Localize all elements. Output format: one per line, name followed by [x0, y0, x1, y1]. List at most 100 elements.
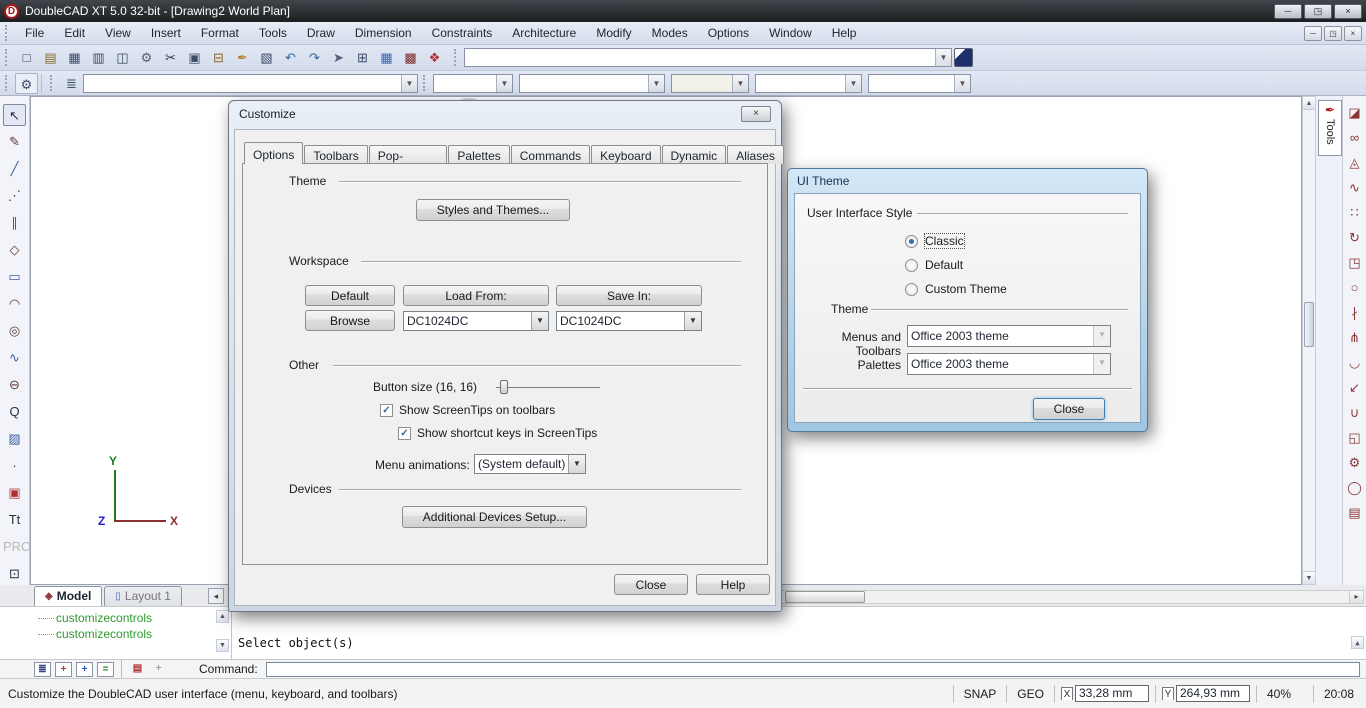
copy-icon[interactable]: ▣: [183, 47, 206, 68]
chevron-down-icon[interactable]: ▼: [684, 312, 701, 330]
calculator-icon[interactable]: ▩: [399, 47, 422, 68]
tools-palette-tab[interactable]: ✒ Tools: [1318, 100, 1342, 156]
linestyle-combo[interactable]: ▼: [519, 74, 665, 93]
image-preview-button[interactable]: [954, 48, 973, 67]
scroll-up-icon[interactable]: ▲: [1351, 636, 1364, 649]
arc-icon[interactable]: ◠: [3, 293, 26, 315]
menu-item-modify[interactable]: Modify: [586, 23, 641, 43]
vertex-edit-icon[interactable]: ⋔: [1343, 327, 1366, 348]
double-line-icon[interactable]: ∥: [3, 212, 26, 234]
mdi-restore-button[interactable]: ◳: [1324, 26, 1342, 41]
tab-commands[interactable]: Commands: [511, 145, 590, 164]
tab-toolbars[interactable]: Toolbars: [304, 145, 367, 164]
circle-tool-icon[interactable]: ○: [1343, 277, 1366, 298]
rectangle-icon[interactable]: ▭: [3, 266, 26, 288]
new-icon[interactable]: □: [15, 47, 38, 68]
restore-button[interactable]: ◳: [1304, 4, 1332, 19]
format-brush-icon[interactable]: ✒: [231, 47, 254, 68]
screentips-checkbox[interactable]: ✓: [380, 404, 393, 417]
pattern-combo[interactable]: ▼: [755, 74, 862, 93]
help-book-icon[interactable]: ❖: [423, 47, 446, 68]
print-preview-icon[interactable]: ◫: [111, 47, 134, 68]
pro-badge-icon[interactable]: PRO: [3, 536, 26, 558]
menu-item-dimension[interactable]: Dimension: [345, 23, 422, 43]
dialog-close-button[interactable]: ×: [741, 106, 771, 122]
polygon-icon[interactable]: ◇: [3, 239, 26, 261]
arc-tool-icon[interactable]: ◡: [1343, 352, 1366, 373]
shortcut-keys-checkbox[interactable]: ✓: [398, 427, 411, 440]
tab-keyboard[interactable]: Keyboard: [591, 145, 660, 164]
tree-scrollbar[interactable]: ▲ ▼: [216, 610, 229, 654]
palettes-combo[interactable]: Office 2003 theme ▼: [907, 353, 1111, 375]
table-icon[interactable]: ▦: [375, 47, 398, 68]
radio-button-icon[interactable]: [905, 283, 918, 296]
menu-item-format[interactable]: Format: [191, 23, 249, 43]
add-blue-icon[interactable]: +: [76, 662, 93, 677]
save-in-button[interactable]: Save In:: [556, 285, 702, 306]
menu-item-constraints[interactable]: Constraints: [422, 23, 503, 43]
lineweight-combo[interactable]: ▼: [671, 74, 749, 93]
console-scrollbar[interactable]: ▲ ▼: [1351, 608, 1364, 658]
pattern-gear-icon[interactable]: ⚙: [1343, 452, 1366, 473]
tab-options[interactable]: Options: [244, 142, 303, 164]
ellipse-tool-icon[interactable]: ◯: [1343, 477, 1366, 498]
tree-item[interactable]: customizecontrols: [30, 626, 231, 642]
minimize-button[interactable]: ─: [1274, 4, 1302, 19]
menu-item-edit[interactable]: Edit: [54, 23, 95, 43]
scroll-down-icon[interactable]: ▼: [216, 639, 229, 652]
y-coordinate-input[interactable]: 264,93 mm: [1176, 685, 1250, 702]
scroll-right-icon[interactable]: ▸: [1349, 591, 1363, 603]
wave-icon[interactable]: ∿: [1343, 177, 1366, 198]
layers-icon[interactable]: ≣: [60, 73, 83, 94]
point-icon[interactable]: ·: [3, 455, 26, 477]
image-icon[interactable]: ▣: [3, 482, 26, 504]
text-icon[interactable]: Tt: [3, 509, 26, 531]
chevron-down-icon[interactable]: ▼: [496, 75, 512, 92]
measure-icon[interactable]: ↙: [1343, 377, 1366, 398]
chevron-down-icon[interactable]: ▼: [935, 49, 951, 66]
canvas-vertical-scrollbar[interactable]: ▲ ▼: [1302, 96, 1316, 585]
tab-model[interactable]: ◈ Model: [34, 586, 102, 606]
blocks-grid-icon[interactable]: ∷: [1343, 202, 1366, 223]
radio-custom-theme[interactable]: Custom Theme: [905, 282, 1007, 296]
menu-item-tools[interactable]: Tools: [249, 23, 297, 43]
scrollbar-thumb[interactable]: [785, 591, 865, 603]
menu-item-options[interactable]: Options: [698, 23, 759, 43]
command-input[interactable]: [266, 662, 1360, 677]
save-icon[interactable]: ▦: [63, 47, 86, 68]
menu-item-window[interactable]: Window: [759, 23, 822, 43]
mirror-icon[interactable]: ◬: [1343, 152, 1366, 173]
add-red-icon[interactable]: +: [55, 662, 72, 677]
stamp-icon[interactable]: ▤: [1343, 502, 1366, 523]
gear-icon[interactable]: ⚙: [15, 73, 38, 94]
scroll-down-icon[interactable]: ▼: [1303, 571, 1315, 584]
mdi-close-button[interactable]: ×: [1344, 26, 1362, 41]
styles-and-themes-button[interactable]: Styles and Themes...: [416, 199, 570, 221]
menus-toolbars-combo[interactable]: Office 2003 theme ▼: [907, 325, 1111, 347]
paste-icon[interactable]: ⊟: [207, 47, 230, 68]
tree-item[interactable]: customizecontrols: [30, 610, 231, 626]
chevron-down-icon[interactable]: ▼: [568, 455, 585, 473]
trim-icon[interactable]: ∤: [1343, 302, 1366, 323]
layer-combo[interactable]: ▼: [83, 74, 418, 93]
additional-devices-button[interactable]: Additional Devices Setup...: [402, 506, 587, 528]
select-region-icon[interactable]: ▧: [255, 47, 278, 68]
cut-icon[interactable]: ✂: [159, 47, 182, 68]
radio-classic[interactable]: Classic: [905, 234, 964, 248]
chevron-down-icon[interactable]: ▼: [531, 312, 548, 330]
chevron-down-icon[interactable]: ▼: [954, 75, 970, 92]
line-icon[interactable]: ╱: [3, 158, 26, 180]
tab-dynamic-input[interactable]: Dynamic Input: [662, 145, 727, 164]
selector-options-icon[interactable]: ➤: [327, 47, 350, 68]
style-combo[interactable]: ▼: [464, 48, 952, 67]
undo-icon[interactable]: ↶: [279, 47, 302, 68]
menu-item-help[interactable]: Help: [822, 23, 867, 43]
sketch-icon[interactable]: ⊡: [3, 563, 26, 585]
browse-button[interactable]: Browse: [305, 310, 395, 331]
menu-item-file[interactable]: File: [15, 23, 54, 43]
chevron-down-icon[interactable]: ▼: [648, 75, 664, 92]
menu-item-modes[interactable]: Modes: [642, 23, 698, 43]
text-symbol-icon[interactable]: Q: [3, 401, 26, 423]
save-workspace-combo[interactable]: DC1024DC ▼: [556, 311, 702, 331]
ellipse-icon[interactable]: ⊖: [3, 374, 26, 396]
